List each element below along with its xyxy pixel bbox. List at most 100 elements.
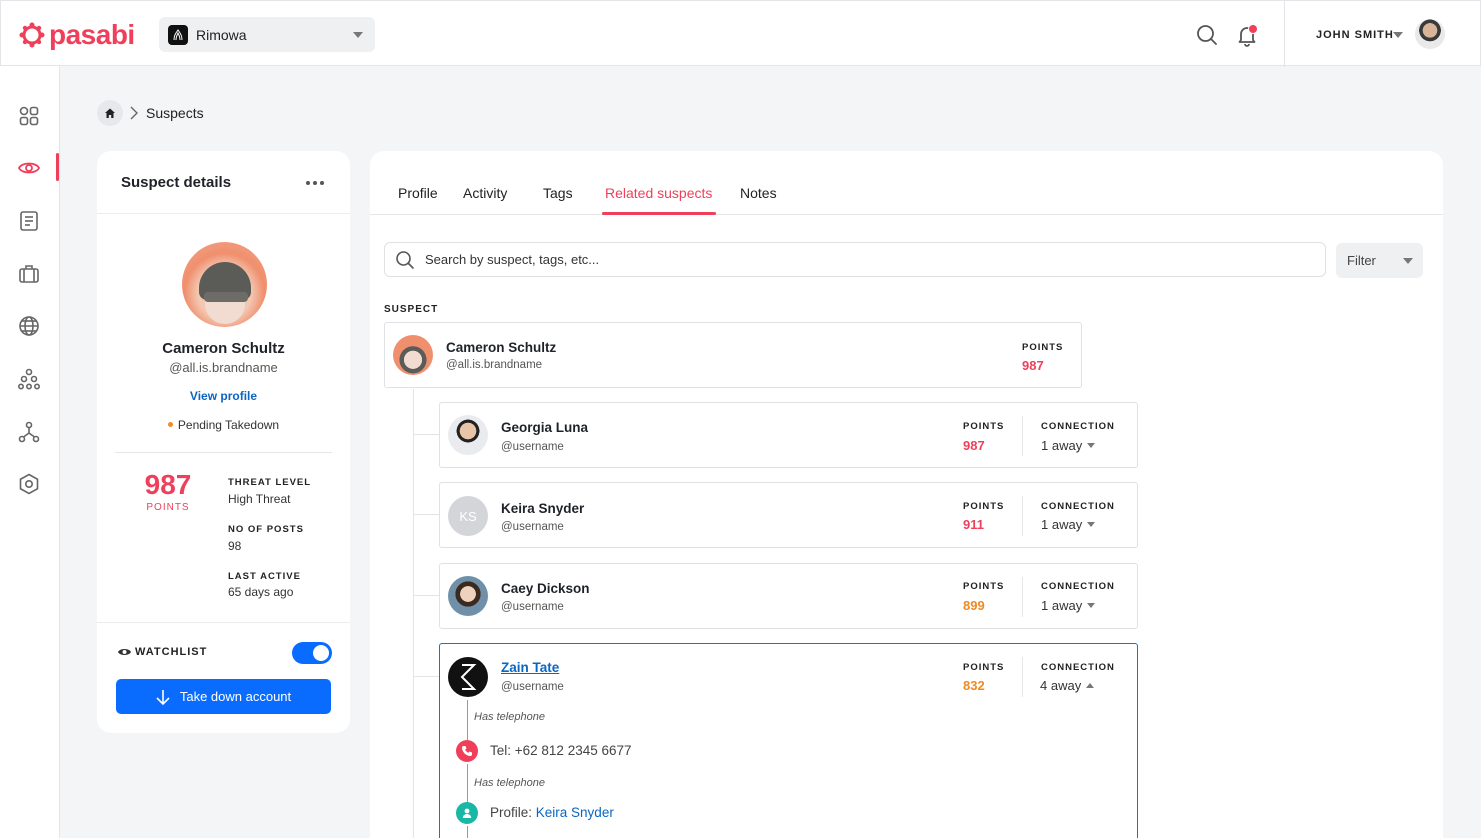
user-menu-name[interactable]: JOHN SMITH xyxy=(1316,29,1394,41)
path-connector xyxy=(467,700,468,740)
tab-bar: Profile Activity Tags Related suspects N… xyxy=(370,151,1443,215)
relation-label: Has telephone xyxy=(474,777,545,789)
points-column-label: POINTS xyxy=(963,501,1005,512)
related-suspect-row-expanded[interactable]: Zain Tate @username POINTS 832 CONNECTIO… xyxy=(439,643,1138,838)
active-tab-indicator xyxy=(602,212,716,215)
threat-level-label: THREAT LEVEL xyxy=(228,477,312,488)
search-icon[interactable] xyxy=(1195,23,1219,47)
suspect-handle: @all.is.brandname xyxy=(446,359,543,371)
points-column-label: POINTS xyxy=(963,662,1005,673)
relation-label: Has telephone xyxy=(474,711,545,723)
divider xyxy=(115,452,332,453)
take-down-label: Take down account xyxy=(179,689,292,704)
document-icon[interactable] xyxy=(17,209,41,233)
briefcase-icon[interactable] xyxy=(17,262,41,286)
points-value: 987 xyxy=(1022,358,1044,373)
status-dot xyxy=(167,422,173,428)
points-value: 911 xyxy=(963,517,984,532)
home-icon xyxy=(105,108,115,118)
chevron-down-icon xyxy=(353,32,363,38)
user-avatar[interactable] xyxy=(1415,19,1445,49)
chevron-down-icon[interactable] xyxy=(1393,32,1403,38)
points-column-label: POINTS xyxy=(1022,342,1064,353)
notification-badge xyxy=(1248,24,1258,34)
suspect-avatar xyxy=(182,242,267,327)
suspect-name: Cameron Schultz xyxy=(446,340,557,355)
suspect-name: Cameron Schultz xyxy=(162,340,285,357)
threat-level-value: High Threat xyxy=(228,492,291,506)
connection-dropdown[interactable]: 1 away xyxy=(1041,438,1096,453)
logo-text: pasabi xyxy=(49,19,135,50)
search-input[interactable] xyxy=(425,252,1305,267)
points-column-label: POINTS xyxy=(963,421,1005,432)
connection-dropdown[interactable]: 1 away xyxy=(1041,598,1096,613)
more-options-icon[interactable] xyxy=(306,181,324,185)
related-suspect-row[interactable]: KS Keira Snyder @username POINTS 911 CON… xyxy=(439,482,1138,548)
divider xyxy=(1022,577,1023,617)
dashboard-icon[interactable] xyxy=(17,104,41,128)
connection-dropdown[interactable]: 1 away xyxy=(1041,517,1096,532)
phone-icon xyxy=(456,740,478,762)
points-value: 987 xyxy=(963,438,985,453)
gear-icon[interactable] xyxy=(17,472,41,496)
top-bar: pasabi Rimowa JOHN SMITH xyxy=(0,0,1481,67)
globe-icon[interactable] xyxy=(17,314,41,338)
suspect-name: Keira Snyder xyxy=(501,501,585,516)
connection-column-label: CONNECTION xyxy=(1041,421,1115,432)
view-profile-link[interactable]: View profile xyxy=(97,389,350,403)
suspect-name-link[interactable]: Zain Tate xyxy=(501,660,559,675)
suspect-handle: @username xyxy=(501,441,564,453)
take-down-account-button[interactable]: Take down account xyxy=(116,679,331,714)
pasabi-logo[interactable]: pasabi xyxy=(19,19,135,51)
points-value: 987 xyxy=(144,469,192,500)
card-title: Suspect details xyxy=(121,173,232,191)
breadcrumb-home[interactable] xyxy=(97,100,123,126)
connection-column-label: CONNECTION xyxy=(1041,662,1115,673)
watchlist-label: WATCHLIST xyxy=(135,646,208,658)
relation-value: Profile: Keira Snyder xyxy=(490,805,614,820)
hierarchy-icon[interactable] xyxy=(17,420,41,444)
related-suspects-panel: Profile Activity Tags Related suspects N… xyxy=(370,151,1443,838)
tab-notes[interactable]: Notes xyxy=(740,185,777,201)
suspect-section-label: SUSPECT xyxy=(384,304,439,315)
suspect-handle: @username xyxy=(501,521,564,533)
tab-related-suspects[interactable]: Related suspects xyxy=(605,185,712,201)
suspect-name: Georgia Luna xyxy=(501,420,589,435)
status-text: Pending Takedown xyxy=(177,418,280,432)
tree-branch xyxy=(413,676,439,677)
avatar-initials: KS xyxy=(459,508,477,524)
brand-select[interactable]: Rimowa xyxy=(159,17,375,52)
filter-dropdown[interactable]: Filter xyxy=(1336,243,1423,278)
brand-logo-icon xyxy=(168,24,188,45)
suspect-handle: @username xyxy=(501,601,564,613)
path-connector xyxy=(467,764,468,802)
tab-profile[interactable]: Profile xyxy=(398,185,438,201)
divider xyxy=(97,622,350,623)
network-icon[interactable] xyxy=(17,367,41,391)
profile-link[interactable]: Keira Snyder xyxy=(536,805,614,820)
tab-tags[interactable]: Tags xyxy=(543,185,573,201)
related-suspect-row[interactable]: Georgia Luna @username POINTS 987 CONNEC… xyxy=(439,402,1138,468)
relation-value: Tel: +62 812 2345 6677 xyxy=(490,743,632,758)
chevron-right-icon xyxy=(130,106,138,120)
points-value: 899 xyxy=(963,598,985,613)
search-bar xyxy=(384,242,1326,277)
tab-activity[interactable]: Activity xyxy=(463,185,507,201)
avatar xyxy=(448,576,488,616)
divider xyxy=(1022,496,1023,536)
eye-icon[interactable] xyxy=(17,156,41,180)
search-icon xyxy=(396,250,414,269)
nav-active-indicator xyxy=(56,153,59,181)
connection-dropdown[interactable]: 4 away xyxy=(1040,678,1095,693)
root-suspect-row[interactable]: Cameron Schultz @all.is.brandname POINTS… xyxy=(384,322,1082,388)
tree-connector xyxy=(413,389,414,838)
divider xyxy=(1022,416,1023,456)
eye-icon xyxy=(118,649,131,655)
connection-column-label: CONNECTION xyxy=(1041,501,1115,512)
breadcrumb-current: Suspects xyxy=(146,105,204,121)
pasabi-logo-icon xyxy=(19,22,45,48)
watchlist-toggle[interactable] xyxy=(292,642,332,664)
posts-label: NO OF POSTS xyxy=(228,524,304,535)
connection-value: 1 away xyxy=(1041,598,1083,613)
related-suspect-row[interactable]: Caey Dickson @username POINTS 899 CONNEC… xyxy=(439,563,1138,629)
